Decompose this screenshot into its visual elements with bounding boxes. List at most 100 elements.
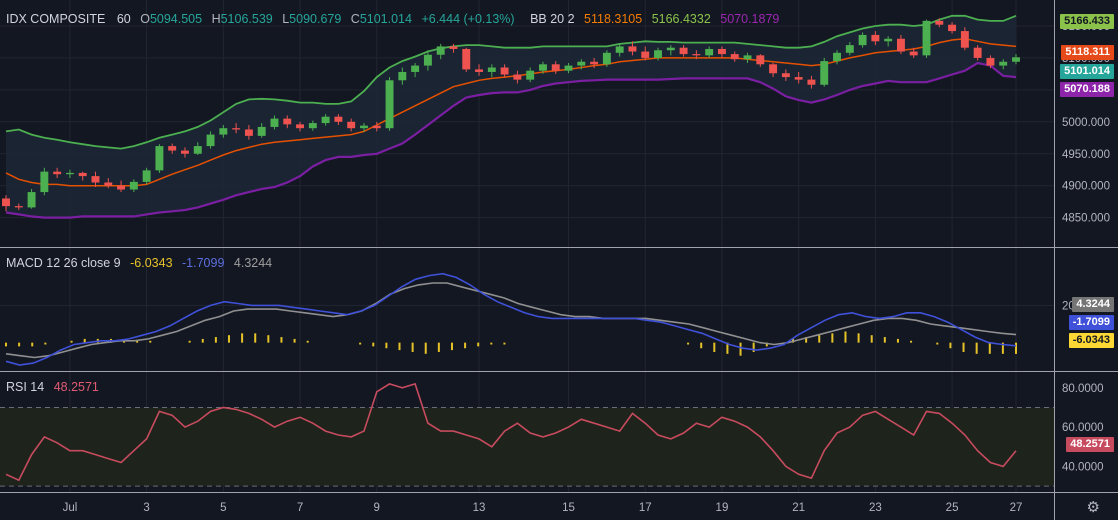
candle-body bbox=[219, 128, 228, 135]
candle-body bbox=[999, 61, 1008, 66]
macd-histogram-bar bbox=[437, 342, 440, 352]
time-tick-label: Jul bbox=[63, 502, 78, 514]
macd-hist-value: -6.0343 bbox=[130, 256, 173, 270]
macd-histogram-bar bbox=[411, 342, 414, 352]
macd-histogram-bar bbox=[713, 342, 716, 352]
candle-body bbox=[244, 129, 253, 136]
macd-histogram-bar bbox=[831, 333, 834, 343]
time-tick-label: 25 bbox=[946, 502, 959, 514]
candle-body bbox=[321, 116, 330, 124]
bb-indicator-name[interactable]: BB 20 2 bbox=[530, 12, 574, 26]
candle-body bbox=[423, 54, 432, 66]
macd-legend: MACD 12 26 close 9 -6.0343 -1.7099 4.324… bbox=[6, 256, 278, 270]
candle-body bbox=[449, 46, 458, 49]
macd-histogram-bar bbox=[424, 342, 427, 354]
macd-histogram-bar bbox=[1015, 342, 1017, 354]
candle-body bbox=[91, 176, 100, 183]
gear-icon[interactable]: ⚙ bbox=[1087, 498, 1100, 516]
candle-body bbox=[117, 185, 126, 190]
rsi-value: 48.2571 bbox=[53, 380, 99, 394]
macd-histogram-bar bbox=[477, 342, 480, 347]
macd-indicator-name[interactable]: MACD 12 26 close 9 bbox=[6, 256, 121, 270]
macd-histogram-bar bbox=[5, 342, 7, 347]
time-tick-label: 15 bbox=[562, 502, 575, 514]
candle-body bbox=[551, 64, 560, 71]
symbol-title[interactable]: IDX COMPOSITE bbox=[6, 12, 105, 26]
candle-body bbox=[858, 34, 867, 46]
candle-body bbox=[193, 146, 202, 154]
macd-signal-value: 4.3244 bbox=[233, 256, 273, 270]
price-tick-label: 4950.000 bbox=[1062, 149, 1110, 161]
candle-body bbox=[181, 150, 189, 154]
candle-body bbox=[820, 61, 829, 85]
candle-body bbox=[462, 48, 471, 70]
candle-body bbox=[833, 52, 841, 62]
macd-histogram-bar bbox=[844, 331, 847, 343]
macd-histogram-bar bbox=[241, 333, 244, 343]
candle-body bbox=[155, 146, 164, 171]
price-tick-label: 4850.000 bbox=[1062, 213, 1110, 225]
close-value: 5101.014 bbox=[359, 12, 412, 26]
candle-body bbox=[794, 77, 803, 80]
candle-body bbox=[347, 121, 356, 129]
time-tick-label: 27 bbox=[1010, 502, 1023, 514]
time-tick-label: 19 bbox=[716, 502, 729, 514]
candle-body bbox=[513, 74, 522, 80]
candle-body bbox=[538, 64, 547, 71]
candle-body bbox=[104, 182, 113, 186]
candle-body bbox=[53, 171, 62, 175]
bb-lower-price-box: 5070.188 bbox=[1060, 82, 1114, 97]
candle-body bbox=[142, 170, 151, 182]
candle-body bbox=[500, 67, 509, 75]
time-tick-label: 23 bbox=[869, 502, 882, 514]
macd-histogram-bar bbox=[267, 335, 270, 343]
candle-body bbox=[628, 46, 637, 52]
candle-body bbox=[896, 38, 905, 52]
candle-body bbox=[730, 54, 739, 60]
time-tick-label: 13 bbox=[473, 502, 486, 514]
macd-histogram-bar bbox=[293, 338, 296, 343]
macd-histogram-bar bbox=[490, 342, 493, 345]
candle-body bbox=[948, 24, 957, 32]
high-label: H bbox=[211, 12, 221, 26]
time-tick-label: 7 bbox=[297, 502, 303, 514]
candle-body bbox=[577, 61, 586, 66]
candle-body bbox=[360, 125, 368, 129]
candle-body bbox=[372, 125, 381, 129]
macd-histogram-bar bbox=[372, 342, 375, 347]
macd-histogram-bar bbox=[306, 340, 309, 343]
macd-histogram-bar bbox=[70, 340, 73, 343]
rsi-indicator-name[interactable]: RSI 14 bbox=[6, 380, 44, 394]
time-tick-label: 3 bbox=[143, 502, 149, 514]
interval-label[interactable]: 60 bbox=[117, 12, 131, 26]
macd-histogram-bar bbox=[739, 342, 742, 356]
candle-body bbox=[717, 48, 726, 55]
macd-histogram-bar bbox=[857, 333, 860, 343]
macd-histogram-bar bbox=[988, 342, 991, 354]
price-tick-label: 4900.000 bbox=[1062, 181, 1110, 193]
main-legend: IDX COMPOSITE 60 O5094.505 H5106.539 L50… bbox=[6, 12, 785, 26]
candle-body bbox=[526, 70, 535, 80]
macd-signal-price-box: 4.3244 bbox=[1072, 297, 1114, 312]
macd-histogram-bar bbox=[201, 338, 204, 343]
candle-body bbox=[960, 31, 969, 48]
candle-body bbox=[922, 20, 931, 56]
close-label: C bbox=[350, 12, 360, 26]
candle-body bbox=[398, 71, 407, 81]
candle-body bbox=[590, 61, 599, 65]
candle-body bbox=[756, 55, 765, 65]
candle-body bbox=[871, 34, 880, 42]
low-value: 5090.679 bbox=[289, 12, 342, 26]
macd-histogram-bar bbox=[83, 338, 86, 343]
macd-histogram-bar bbox=[280, 337, 283, 343]
rsi-tick-label: 80.0000 bbox=[1062, 383, 1104, 395]
macd-histogram-bar bbox=[700, 342, 703, 349]
macd-histogram-bar bbox=[936, 342, 939, 345]
candle-body bbox=[602, 52, 611, 65]
rsi-price-box: 48.2571 bbox=[1066, 437, 1114, 452]
macd-histogram-bar bbox=[870, 335, 873, 343]
candle-body bbox=[475, 69, 484, 72]
macd-histogram-bar bbox=[18, 342, 21, 347]
candle-body bbox=[564, 65, 573, 71]
rsi-band-fill bbox=[0, 407, 1054, 487]
